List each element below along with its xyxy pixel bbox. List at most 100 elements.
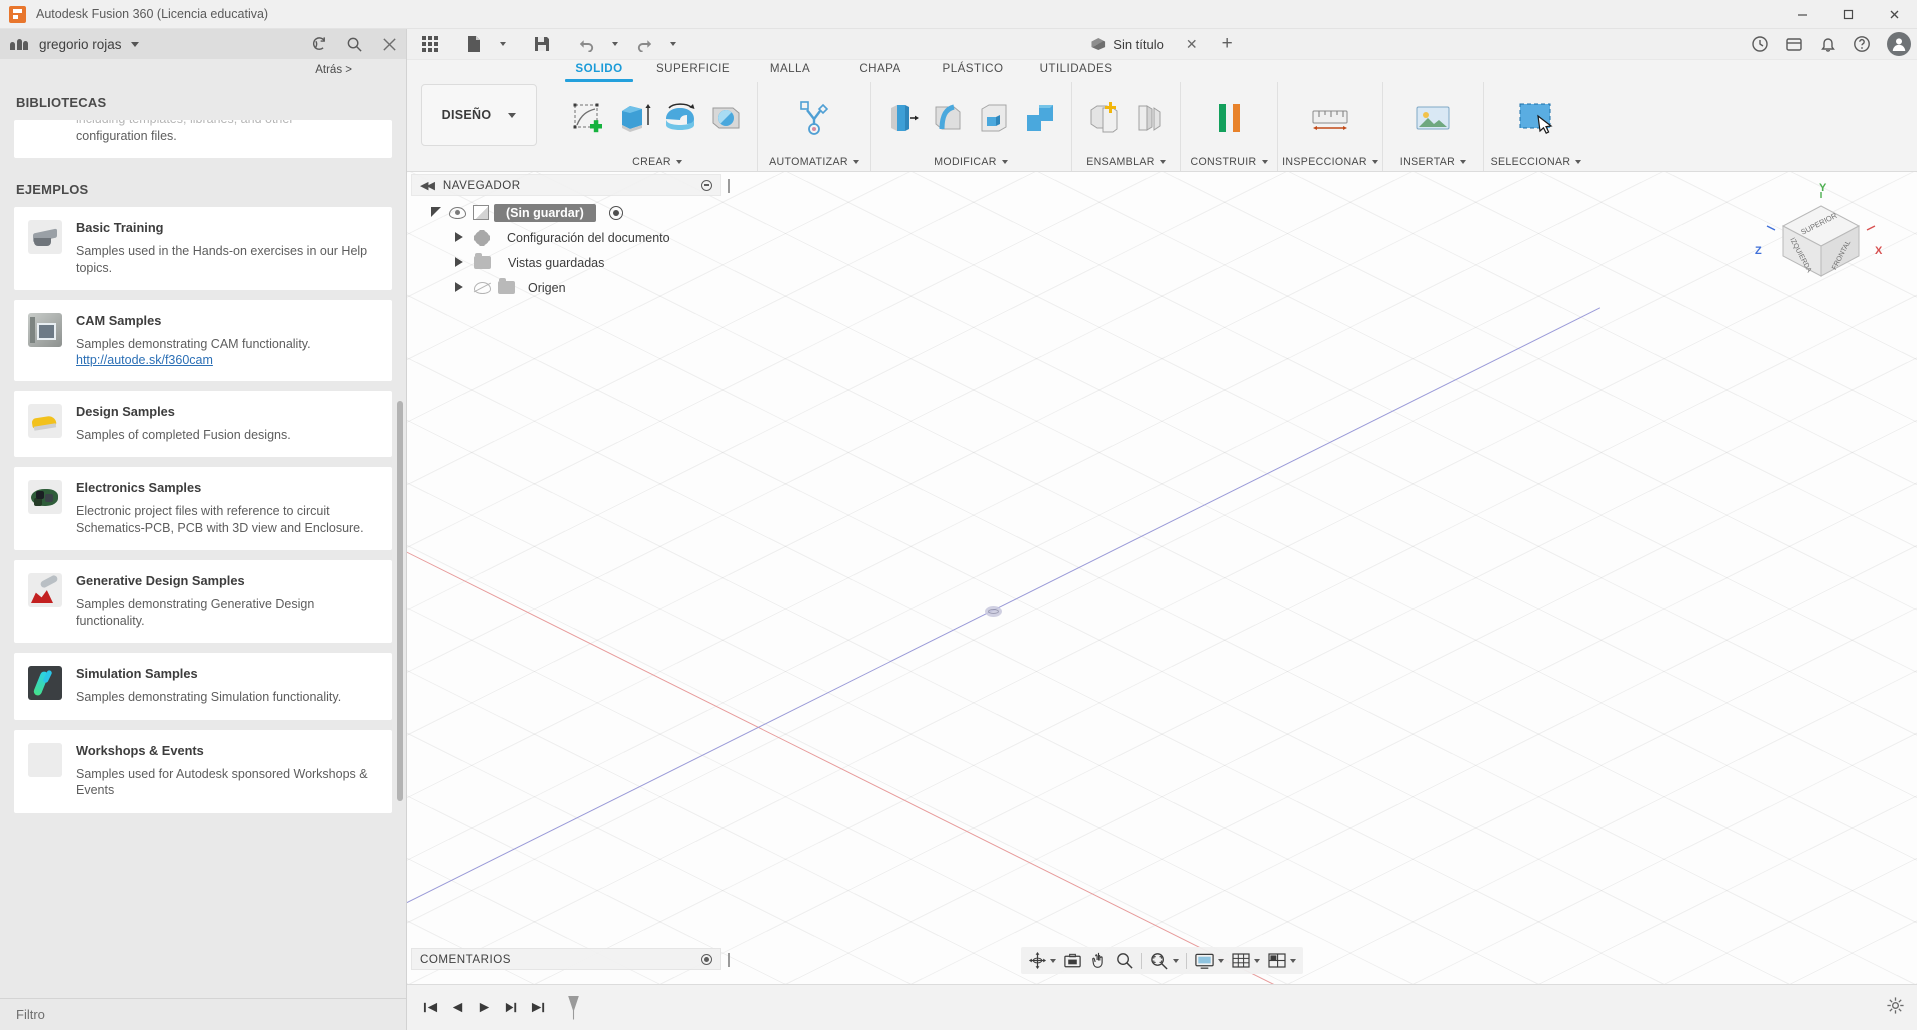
select-window-icon[interactable] [1514, 95, 1558, 141]
pan-icon[interactable] [1086, 949, 1111, 972]
timeline-go-to-end-button[interactable] [525, 993, 552, 1023]
chevron-down-icon[interactable] [1173, 958, 1179, 963]
panel-resize-handle[interactable] [728, 179, 730, 193]
document-tab[interactable]: Sin título ✕ + [1091, 33, 1233, 55]
close-icon[interactable]: ✕ [1186, 36, 1198, 53]
minimize-button[interactable] [1779, 0, 1825, 29]
design-canvas[interactable]: ◀◀ NAVEGADOR (Sin guardar) Configuración… [407, 172, 1917, 984]
viewports-icon[interactable] [1264, 949, 1299, 972]
extrude-icon[interactable] [612, 95, 656, 141]
tab-superficie[interactable]: SUPERFICIE [641, 60, 745, 75]
new-file-dropdown-icon[interactable] [491, 30, 515, 58]
timeline-step-back-button[interactable] [444, 993, 471, 1023]
chevron-down-icon[interactable] [1050, 958, 1056, 963]
new-tab-button[interactable]: + [1222, 33, 1233, 55]
search-icon[interactable] [346, 36, 363, 53]
redo-icon[interactable] [627, 30, 661, 58]
redo-dropdown-icon[interactable] [661, 30, 685, 58]
chevron-down-icon[interactable] [1371, 160, 1378, 164]
list-item[interactable]: Basic Training Samples used in the Hands… [14, 207, 392, 290]
zoom-icon[interactable] [1112, 949, 1137, 972]
chevron-down-icon[interactable] [1460, 160, 1467, 164]
joint-icon[interactable] [1127, 95, 1171, 141]
expander-collapsed-icon[interactable] [455, 233, 463, 243]
list-item[interactable]: Workshops & Events Samples used for Auto… [14, 729, 392, 813]
expander-collapsed-icon[interactable] [455, 283, 463, 293]
undo-icon[interactable] [569, 30, 603, 58]
tab-malla[interactable]: MALLA [745, 60, 835, 75]
fillet-icon[interactable] [926, 95, 970, 141]
chevron-down-icon[interactable] [1575, 160, 1582, 164]
bell-icon[interactable] [1819, 35, 1837, 53]
new-file-icon[interactable] [457, 30, 491, 58]
visibility-eye-off-icon[interactable] [473, 281, 492, 294]
chevron-down-icon[interactable] [675, 160, 682, 164]
account-avatar-icon[interactable] [1887, 32, 1911, 56]
insert-image-icon[interactable] [1411, 95, 1455, 141]
fit-icon[interactable] [1146, 949, 1182, 972]
expander-collapsed-icon[interactable] [455, 258, 463, 268]
back-link[interactable]: Atrás > [0, 59, 406, 81]
tab-utilidades[interactable]: UTILIDADES [1021, 60, 1131, 75]
grid-panel-icon[interactable] [413, 30, 447, 58]
grid-snaps-icon[interactable] [1228, 949, 1263, 972]
list-item[interactable]: Generative Design Samples Samples demons… [14, 560, 392, 643]
new-component-icon[interactable] [1081, 95, 1125, 141]
visibility-eye-icon[interactable] [449, 206, 466, 219]
workspace-switcher[interactable]: DISEÑO [421, 84, 537, 146]
scrollbar[interactable] [397, 401, 403, 801]
table-row[interactable]: Vistas guardadas [411, 250, 721, 275]
display-settings-icon[interactable] [1191, 949, 1227, 972]
table-row[interactable]: Origen [411, 275, 721, 300]
table-row[interactable]: Configuración del documento [411, 225, 721, 250]
collapse-left-icon[interactable]: ◀◀ [420, 179, 435, 192]
list-item[interactable]: CAM Samples Samples demonstrating CAM fu… [14, 300, 392, 381]
expander-open-icon[interactable] [431, 207, 442, 218]
close-button[interactable] [1871, 0, 1917, 29]
activate-component-icon[interactable] [608, 205, 623, 220]
tab-solido[interactable]: SOLIDO [557, 60, 641, 82]
save-icon[interactable] [525, 30, 559, 58]
orbit-icon[interactable] [1025, 949, 1059, 972]
view-cube[interactable]: SUPERIOR IZQUIERDA FRONTAL Y Z X [1755, 182, 1882, 308]
timeline-marker-icon[interactable] [568, 995, 579, 1020]
maximize-button[interactable] [1825, 0, 1871, 29]
tab-chapa[interactable]: CHAPA [835, 60, 925, 75]
list-item[interactable]: Electronics Samples Electronic project f… [14, 467, 392, 550]
extensions-icon[interactable] [1785, 35, 1803, 53]
shell-icon[interactable] [972, 95, 1016, 141]
sweep-icon[interactable] [704, 95, 748, 141]
automate-icon[interactable] [792, 95, 836, 141]
filter-input[interactable]: Filtro [0, 998, 406, 1030]
chevron-down-icon[interactable] [1290, 958, 1296, 963]
measure-icon[interactable] [1308, 95, 1352, 141]
tab-plastico[interactable]: PLÁSTICO [925, 60, 1021, 75]
table-row[interactable]: (Sin guardar) [411, 200, 721, 225]
create-sketch-icon[interactable] [566, 95, 610, 141]
panel-options-icon[interactable] [701, 179, 712, 191]
close-panel-icon[interactable] [381, 36, 398, 53]
list-item[interactable]: Design Samples Samples of completed Fusi… [14, 390, 392, 457]
chevron-down-icon[interactable] [130, 41, 139, 47]
press-pull-icon[interactable] [880, 95, 924, 141]
chevron-down-icon[interactable] [1159, 160, 1166, 164]
chevron-down-icon[interactable] [1001, 160, 1008, 164]
revolve-icon[interactable] [658, 95, 702, 141]
look-at-icon[interactable] [1060, 949, 1085, 972]
timeline-go-to-start-button[interactable] [417, 993, 444, 1023]
card-link[interactable]: http://autode.sk/f360cam [76, 353, 378, 367]
add-comment-icon[interactable] [701, 953, 712, 965]
chevron-down-icon[interactable] [1261, 160, 1268, 164]
chevron-down-icon[interactable] [852, 160, 859, 164]
list-item[interactable]: Simulation Samples Samples demonstrating… [14, 653, 392, 720]
construction-plane-icon[interactable] [1207, 95, 1251, 141]
comments-panel[interactable]: COMENTARIOS [411, 948, 730, 970]
chevron-down-icon[interactable] [1218, 958, 1224, 963]
list-item[interactable]: including templates, libraries, and othe… [14, 120, 392, 158]
refresh-icon[interactable] [311, 36, 328, 53]
combine-icon[interactable] [1018, 95, 1062, 141]
timeline-step-forward-button[interactable] [498, 993, 525, 1023]
job-status-icon[interactable] [1751, 35, 1769, 53]
undo-dropdown-icon[interactable] [603, 30, 627, 58]
timeline-settings-icon[interactable] [1886, 996, 1905, 1020]
